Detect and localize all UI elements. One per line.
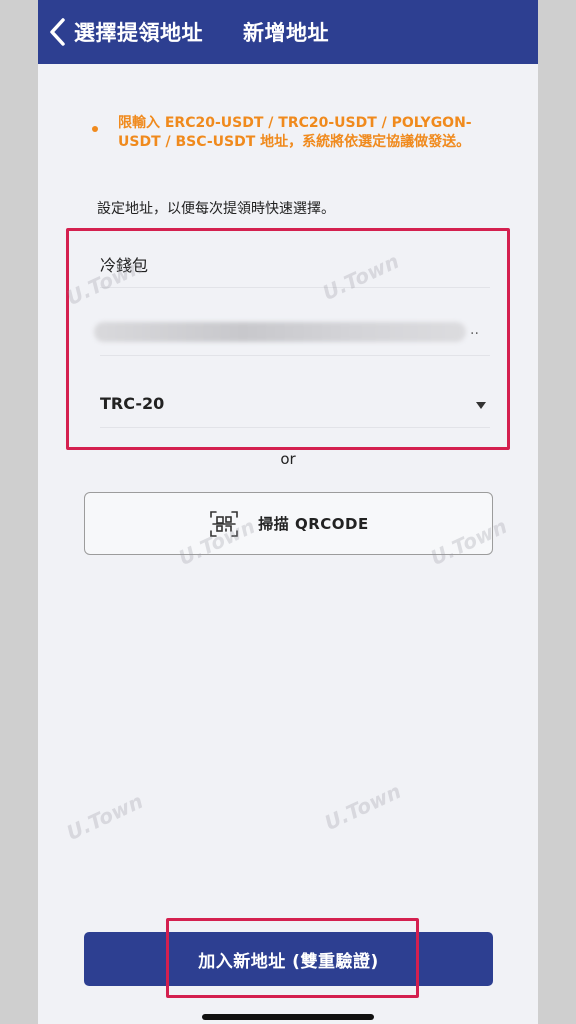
back-button[interactable]: 選擇提領地址 <box>38 0 203 64</box>
address-overflow: .. <box>470 322 479 338</box>
home-indicator <box>202 1014 374 1020</box>
scan-qrcode-label: 掃描 QRCODE <box>258 515 369 533</box>
network-select[interactable]: TRC-20 <box>100 372 490 428</box>
dropdown-caret-icon <box>476 402 486 409</box>
top-nav-bar: 選擇提領地址 新增地址 <box>38 0 538 64</box>
button-highlight-box <box>166 918 419 998</box>
address-name-field[interactable]: 冷錢包 <box>100 236 490 288</box>
page-title: 新增地址 <box>243 21 329 45</box>
or-divider: or <box>280 450 296 468</box>
address-description: 設定地址，以便每次提領時快速選擇。 <box>97 201 335 217</box>
back-label: 選擇提領地址 <box>74 21 203 45</box>
protocol-notice: 限輸入 ERC20-USDT / TRC20-USDT / POLYGON-US… <box>118 115 472 150</box>
blurred-address <box>94 322 466 342</box>
wallet-address-field[interactable]: .. <box>94 298 490 356</box>
notice-bullet <box>92 126 98 132</box>
network-selected-value: TRC-20 <box>100 394 165 413</box>
chevron-left-icon <box>50 18 65 46</box>
